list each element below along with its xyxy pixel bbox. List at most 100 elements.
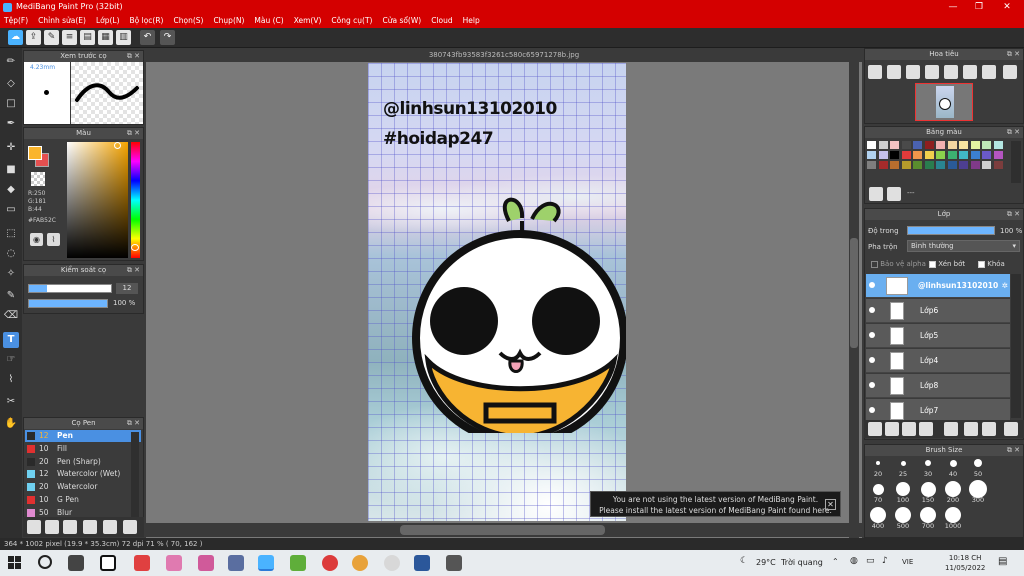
chevron-up-icon[interactable]: ⌃ — [832, 557, 839, 566]
weather-desc[interactable]: Trời quang — [781, 558, 823, 567]
palette-swatch[interactable] — [959, 161, 968, 169]
weather-temp[interactable]: 29°C — [756, 558, 776, 567]
menu-help[interactable]: Help — [463, 14, 480, 28]
app-green-icon[interactable] — [290, 555, 306, 571]
brush-size-dot[interactable] — [920, 507, 936, 523]
brush-item[interactable]: 12 Watercolor (Wet) — [25, 468, 141, 480]
brush-opacity-slider[interactable] — [28, 299, 108, 308]
brush-menu-icon[interactable] — [63, 520, 77, 534]
menu-color[interactable]: Màu (C) — [254, 14, 283, 28]
chrome-profile-icon[interactable] — [352, 555, 368, 571]
palette-swatch[interactable] — [936, 141, 945, 149]
app-avatar-icon[interactable] — [198, 555, 214, 571]
chrome-icon[interactable] — [322, 555, 338, 571]
hand-tool-icon[interactable]: ✋ — [3, 416, 19, 432]
medibang-icon[interactable] — [258, 555, 274, 571]
brush-size-dot[interactable] — [895, 507, 911, 523]
layer-scrollbar[interactable] — [1011, 274, 1021, 418]
eye-icon[interactable] — [869, 407, 875, 413]
brush-size-dot[interactable] — [896, 482, 910, 496]
palette-swatch[interactable] — [936, 161, 945, 169]
layer-row[interactable]: @linhsun13102010 ✲ — [866, 274, 1010, 298]
brush-settings-icon[interactable] — [83, 520, 97, 534]
palette-swatch[interactable] — [982, 141, 991, 149]
palette-swatch[interactable] — [890, 151, 899, 159]
brush-tool-icon[interactable]: ✏ — [3, 54, 19, 70]
brush-size-dot[interactable] — [920, 481, 936, 497]
close-icon[interactable]: ⧉ ✕ — [1007, 209, 1020, 220]
palette-swatch[interactable] — [867, 161, 876, 169]
brush-extra-icon[interactable] — [123, 520, 137, 534]
close-icon[interactable]: ⧉ ✕ — [1007, 49, 1020, 60]
vertical-scroll-thumb[interactable] — [850, 238, 858, 348]
palette-swatch[interactable] — [924, 151, 934, 159]
pen-tool-icon[interactable]: ✒ — [3, 116, 19, 132]
eye-icon[interactable] — [869, 307, 875, 313]
brush-size-dot[interactable] — [900, 460, 906, 466]
capcut-icon[interactable] — [100, 555, 116, 571]
select-pen-icon[interactable]: ✎ — [3, 288, 19, 304]
menu-select[interactable]: Chọn(S) — [173, 14, 203, 28]
fit-icon[interactable] — [906, 65, 920, 79]
undo-icon[interactable]: ↶ — [140, 30, 155, 45]
notification-app-icon[interactable] — [384, 555, 400, 571]
update-notification[interactable]: You are not using the latest version of … — [590, 491, 841, 517]
task-view-icon[interactable] — [68, 555, 84, 571]
palette-swatch[interactable] — [913, 161, 922, 169]
palette-swatch[interactable] — [982, 161, 991, 169]
brush-item[interactable]: 10 G Pen — [25, 494, 141, 506]
volume-icon[interactable]: ♪ — [882, 556, 888, 566]
reset-rotation-icon[interactable] — [982, 65, 996, 79]
app-red-icon[interactable] — [134, 555, 150, 571]
close-notification-icon[interactable]: ✕ — [825, 499, 836, 510]
operation-tool-icon[interactable]: ☞ — [3, 352, 19, 368]
eye-icon[interactable] — [869, 332, 875, 338]
duplicate-brush-icon[interactable] — [103, 520, 117, 534]
rotate-left-icon[interactable] — [944, 65, 958, 79]
palette-swatch[interactable] — [924, 161, 934, 169]
new-palette-icon[interactable] — [869, 187, 883, 201]
new-layer-icon[interactable] — [868, 422, 882, 436]
sv-cursor[interactable] — [114, 142, 121, 149]
brush-size-dot[interactable] — [872, 483, 884, 495]
brush-list-scrollbar[interactable] — [131, 432, 139, 518]
menu-tools[interactable]: Công cụ(T) — [331, 14, 372, 28]
brush-size-dot[interactable] — [974, 459, 982, 467]
saturation-value-picker[interactable] — [67, 142, 128, 258]
menu-file[interactable]: Tệp(F) — [4, 14, 28, 28]
select-tool-icon[interactable]: ⬚ — [3, 226, 19, 242]
redo-icon[interactable]: ↷ — [160, 30, 175, 45]
duplicate-layer-icon[interactable] — [964, 422, 978, 436]
delete-palette-icon[interactable] — [887, 187, 901, 201]
dropper-icon[interactable]: ⌇ — [47, 233, 60, 246]
horizontal-scroll-thumb[interactable] — [400, 525, 605, 535]
blend-mode-select[interactable]: Bình thường ▾ — [907, 240, 1020, 252]
app-pink-icon[interactable] — [166, 555, 182, 571]
list-icon[interactable]: ≡ — [62, 30, 77, 45]
palette-swatch[interactable] — [959, 151, 968, 159]
protect-alpha-checkbox[interactable] — [871, 260, 878, 268]
add-brush-icon[interactable] — [27, 520, 41, 534]
layer-opacity-slider[interactable] — [907, 226, 995, 235]
merge-layer-icon[interactable] — [982, 422, 996, 436]
canvas-image[interactable]: @linhsun13102010 #hoidap247 — [368, 63, 626, 521]
eye-icon[interactable] — [869, 382, 875, 388]
delete-layer-icon[interactable] — [1004, 422, 1018, 436]
comment-icon[interactable]: ✎ — [44, 30, 59, 45]
clock[interactable]: 10:18 CH 11/05/2022 — [945, 553, 985, 573]
menu-filter[interactable]: Bộ lọc(R) — [130, 14, 164, 28]
layer-row[interactable]: Lớp4 — [866, 349, 1010, 373]
brush-size-dot[interactable] — [876, 461, 880, 465]
brush-item[interactable]: 10 Fill — [25, 443, 141, 455]
palette-swatch[interactable] — [878, 161, 888, 169]
folder-icon[interactable] — [45, 520, 59, 534]
clipping-checkbox[interactable] — [929, 260, 936, 268]
brush-size-dot[interactable] — [945, 507, 961, 523]
zoom-actual-icon[interactable] — [925, 65, 939, 79]
page-icon[interactable]: ▤ — [80, 30, 95, 45]
eye-icon[interactable] — [869, 282, 875, 288]
hue-cursor[interactable] — [131, 244, 139, 251]
palette-swatch[interactable] — [913, 151, 922, 159]
menu-window[interactable]: Cửa sổ(W) — [382, 14, 421, 28]
brush-size-dot[interactable] — [870, 507, 886, 523]
